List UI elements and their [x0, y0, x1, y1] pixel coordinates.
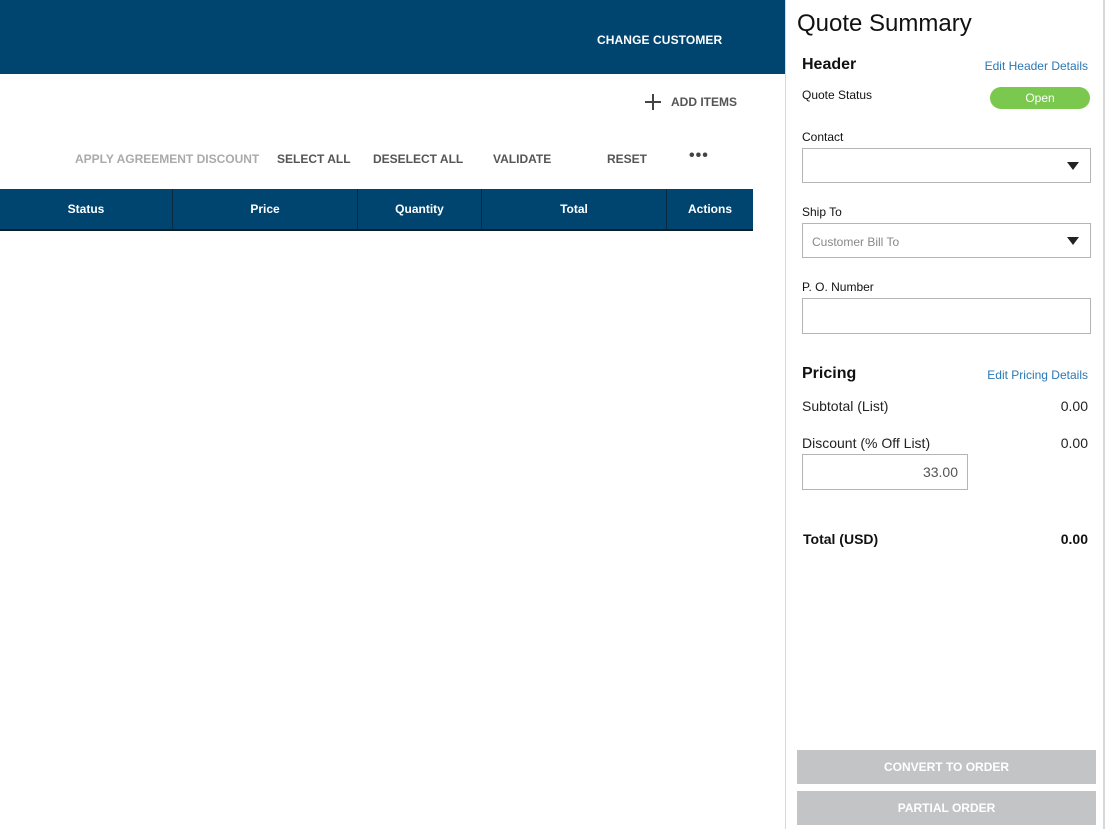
column-header-quantity[interactable]: Quantity	[358, 189, 482, 229]
total-label: Total (USD)	[803, 531, 879, 547]
reset-button[interactable]: RESET	[607, 152, 647, 166]
deselect-all-button[interactable]: DESELECT ALL	[373, 152, 463, 166]
top-bar: CHANGE CUSTOMER	[0, 0, 785, 74]
ship-to-select[interactable]: Customer Bill To	[802, 223, 1091, 258]
po-number-label: P. O. Number	[802, 280, 874, 294]
contact-select[interactable]	[802, 148, 1091, 183]
add-items-button[interactable]: ADD ITEMS	[644, 92, 737, 112]
column-header-actions[interactable]: Actions	[667, 189, 753, 229]
discount-value: 0.00	[1060, 435, 1088, 451]
po-number-input[interactable]	[802, 298, 1091, 334]
ship-to-value: Customer Bill To	[812, 235, 900, 249]
chevron-down-icon	[1067, 237, 1079, 245]
apply-agreement-discount-button[interactable]: APPLY AGREEMENT DISCOUNT	[75, 152, 259, 166]
quote-summary-panel: Quote Summary Header Edit Header Details…	[785, 0, 1105, 829]
select-all-button[interactable]: SELECT ALL	[277, 152, 351, 166]
subtotal-value: 0.00	[1060, 398, 1088, 414]
subtotal-label: Subtotal (List)	[802, 398, 889, 414]
plus-icon	[644, 93, 662, 111]
panel-title: Quote Summary	[797, 10, 972, 37]
convert-to-order-button[interactable]: CONVERT TO ORDER	[797, 750, 1096, 784]
line-items-table-header: Status Price Quantity Total Actions	[0, 189, 753, 231]
validate-button[interactable]: VALIDATE	[493, 152, 551, 166]
column-header-status[interactable]: Status	[0, 189, 173, 229]
total-value: 0.00	[1060, 531, 1088, 547]
contact-label: Contact	[802, 130, 844, 144]
ship-to-label: Ship To	[802, 205, 842, 219]
edit-header-details-link[interactable]: Edit Header Details	[985, 59, 1088, 73]
partial-order-button[interactable]: PARTIAL ORDER	[797, 791, 1096, 825]
discount-label: Discount (% Off List)	[802, 435, 931, 451]
add-items-label: ADD ITEMS	[671, 95, 737, 109]
edit-pricing-details-link[interactable]: Edit Pricing Details	[987, 368, 1088, 382]
column-header-price[interactable]: Price	[173, 189, 358, 229]
pricing-section-heading: Pricing	[802, 365, 857, 382]
more-options-icon[interactable]: •••	[689, 148, 711, 164]
header-section-heading: Header	[802, 56, 857, 73]
chevron-down-icon	[1067, 162, 1079, 170]
discount-input[interactable]: 33.00	[802, 454, 968, 490]
column-header-total[interactable]: Total	[482, 189, 667, 229]
quote-status-label: Quote Status	[802, 88, 873, 102]
change-customer-button[interactable]: CHANGE CUSTOMER	[597, 33, 722, 47]
status-badge: Open	[990, 87, 1090, 109]
